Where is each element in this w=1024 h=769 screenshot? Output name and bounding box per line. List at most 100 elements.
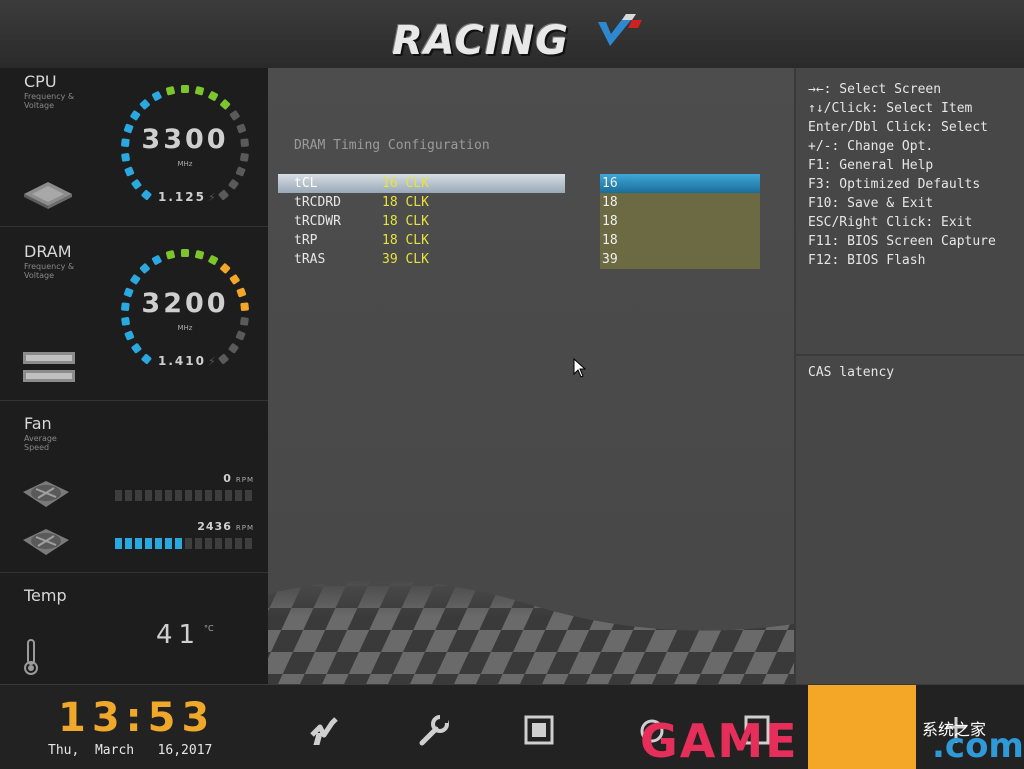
gauge-segment [228,343,239,354]
timing-current-value: 39 CLK [382,252,429,267]
help-enter-select: Enter/Dbl Click: Select [808,120,989,135]
cpu-panel: CPU Frequency & Voltage 3300 MHz 1.125 ⚡ [0,68,268,227]
fan-speed-segment [215,490,222,501]
key-help-list: →←: Select Screen ↑↓/Click: Select Item … [808,80,996,270]
cpu-frequency-unit: MHz [177,160,193,168]
fan-speed-segment [225,538,232,549]
fan-speed-segment [205,490,212,501]
thermometer-icon [24,639,38,675]
help-change-option: +/-: Change Opt. [808,139,934,154]
bolt-icon: ⚡ [207,191,218,204]
gauge-segment [220,263,231,274]
fan-speed-segment [175,490,182,501]
clock-time: 13:53 [58,695,216,741]
gauge-segment [130,110,141,121]
gauge-segment [181,85,189,93]
fan-2-rpm: 2436 RPM [197,520,254,533]
chip-nav-icon[interactable] [522,713,558,749]
timing-row-trcdwr[interactable]: tRCDWR 18 CLK [278,212,565,231]
cpu-gauge: 3300 MHz 1.125 ⚡ [112,76,258,222]
fan-speed-segment [155,490,162,501]
timing-name: tRCDWR [294,214,341,229]
dram-subtitle: Frequency & Voltage [24,262,75,280]
timing-value-input-trcdrd[interactable]: 18 [600,193,760,212]
gauge-segment [141,189,152,200]
help-select-item: ↑↓/Click: Select Item [808,101,973,116]
fan-icon [23,481,69,507]
timing-name: tCL [294,176,318,191]
fan-speed-segment [145,490,152,501]
timing-row-trcdrd[interactable]: tRCDRD 18 CLK [278,193,565,212]
help-general-help: F1: General Help [808,158,934,173]
fan-subtitle: Average Speed [24,434,57,452]
temperature-unit: °C [204,624,214,633]
timing-row-trp[interactable]: tRP 18 CLK [278,231,565,250]
help-select-screen: →←: Select Screen [808,82,942,97]
fan-speed-segment [135,490,142,501]
timing-value-input-trcdwr[interactable]: 18 [600,212,760,231]
clock-date: Thu, March 16,2017 [48,743,213,758]
mouse-cursor-icon [573,358,587,378]
help-screen-capture: F11: BIOS Screen Capture [808,234,996,249]
watermark-com: .com [932,726,1024,766]
gauge-segment [141,353,152,364]
gauge-segment [139,99,150,110]
gauge-segment [194,250,205,260]
watermark-text: GAME [640,714,799,768]
timing-name: tRCDRD [294,195,341,210]
fan-speed-segment [195,490,202,501]
gauge-segment [208,91,219,101]
timing-value-input-tras[interactable]: 39 [600,250,760,269]
bolt-icon: ⚡ [207,355,218,368]
timing-row-tras[interactable]: tRAS 39 CLK [278,250,565,269]
section-title: DRAM Timing Configuration [294,138,490,153]
gauge-segment [194,86,205,96]
memory-module-icon [23,352,75,382]
gauge-segment [229,110,240,121]
fan-2-speed-bar [115,538,252,549]
help-optimized-defaults: F3: Optimized Defaults [808,177,981,192]
cpu-chip-icon [24,182,72,209]
fan-speed-segment [195,538,202,549]
help-divider [796,354,1024,356]
logo-v-emblem-icon [598,14,642,46]
timing-value-input-tcl[interactable]: 16 [600,174,760,193]
oc-tweaker-nav-icon[interactable] [308,713,344,749]
gauge-segment [139,263,150,274]
fan-speed-segment [165,538,172,549]
fan-row-1: 0 RPM [22,472,262,510]
cpu-frequency: 3300 [141,124,229,155]
gauge-segment [165,86,176,96]
gauge-segment [130,274,141,285]
fan-speed-segment [125,490,132,501]
fan-speed-segment [165,490,172,501]
fan-speed-segment [145,538,152,549]
fan-speed-segment [135,538,142,549]
cpu-subtitle: Frequency & Voltage [24,92,75,110]
timing-value-input-trp[interactable]: 18 [600,231,760,250]
dram-title: DRAM [24,242,72,261]
fan-speed-segment [225,490,232,501]
gauge-segment [181,249,189,257]
cpu-voltage: 1.125 ⚡ [158,190,218,204]
fan-speed-segment [185,490,192,501]
monitor-sidebar: CPU Frequency & Voltage 3300 MHz 1.125 ⚡ … [0,68,269,684]
temp-title: Temp [24,586,67,605]
fan-speed-segment [115,538,122,549]
dram-frequency-unit: MHz [177,324,193,332]
fan-speed-segment [115,490,122,501]
fan-row-2: 2436 RPM [22,520,262,558]
wrench-icon[interactable] [416,713,452,749]
help-exit: ESC/Right Click: Exit [808,215,973,230]
gauge-segment [131,343,142,354]
fan-speed-segment [205,538,212,549]
timing-name: tRP [294,233,318,248]
gauge-segment [131,179,142,190]
watermark: GAME 系统之家 .com [636,712,1024,768]
top-bar: RACING [0,0,1024,70]
help-panel: →←: Select Screen ↑↓/Click: Select Item … [794,68,1024,684]
fan-speed-segment [235,538,242,549]
fan-1-speed-bar [115,490,252,501]
timing-row-tcl[interactable]: tCL 16 CLK [278,174,565,193]
cpu-title: CPU [24,72,57,91]
